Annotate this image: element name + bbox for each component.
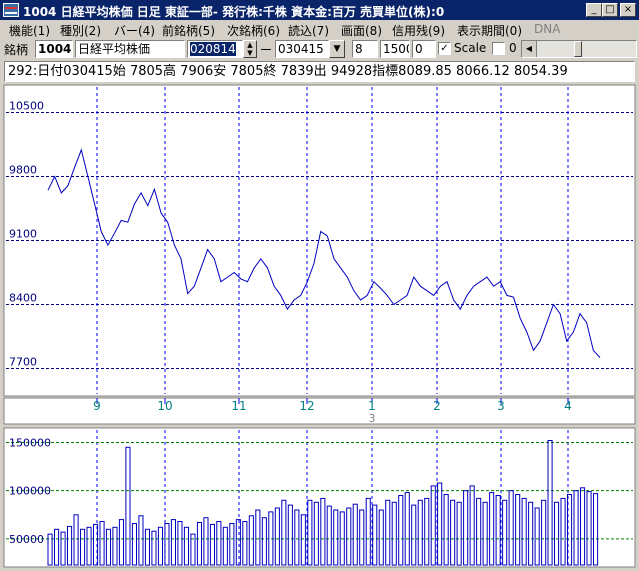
volume-panel [3,427,636,568]
volume-tick-label: 150000 [9,436,51,449]
price-tick-label: 9800 [9,163,37,176]
month-label: 2 [433,399,441,413]
month-label: 12 [299,399,314,413]
price-tick-label: 8400 [9,292,37,305]
chart-area: 105009800910084007700 9 10 11 12 1 2 3 43 15000… [3,84,636,568]
month-label: 9 [93,399,101,413]
volume-tick-label: 50000 [9,533,44,546]
month-label: 11 [231,399,246,413]
month-label: 10 [157,399,172,413]
year-label: 3 [369,412,376,425]
price-tick-label: 7700 [9,356,37,369]
month-label: 3 [497,399,505,413]
price-tick-label: 9100 [9,228,37,241]
month-label: 4 [564,399,572,413]
volume-tick-label: 100000 [9,485,51,498]
price-tick-label: 10500 [9,99,44,112]
month-label: 1 [368,399,376,413]
